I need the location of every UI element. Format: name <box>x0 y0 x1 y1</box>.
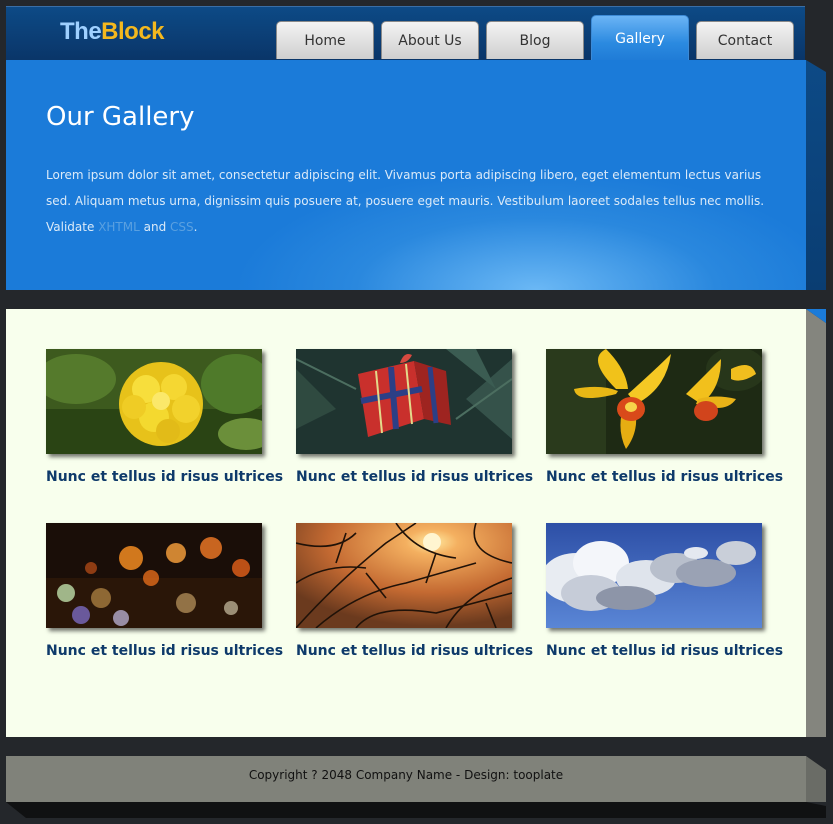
gallery-caption[interactable]: Nunc et tellus id risus ultrices <box>46 469 283 485</box>
yellow-flower-image[interactable] <box>46 349 262 454</box>
nav-tab-blog[interactable]: Blog <box>486 21 584 59</box>
copyright-text: Copyright ? 2048 Company Name - Design: … <box>248 768 564 782</box>
page-title: Our Gallery <box>46 102 195 132</box>
validate-period: . <box>193 220 198 234</box>
gallery-item: Nunc et tellus id risus ultrices <box>296 349 533 485</box>
intro-side-bevel <box>806 60 826 290</box>
nav-tab-contact[interactable]: Contact <box>696 21 794 59</box>
intro-section: Our Gallery Lorem ipsum dolor sit amet, … <box>6 60 806 290</box>
gallery-side-bevel <box>806 309 826 737</box>
validate-css-link[interactable]: CSS <box>170 220 194 234</box>
sunset-branches-image[interactable] <box>296 523 512 628</box>
footer-bottom-bevel <box>6 802 826 818</box>
gallery-caption[interactable]: Nunc et tellus id risus ultrices <box>546 643 783 659</box>
intro-paragraph: Lorem ipsum dolor sit amet, consectetur … <box>46 162 766 240</box>
nav-tab-gallery[interactable]: Gallery <box>591 15 689 61</box>
site-header: TheBlock Home About Us Blog Gallery Cont… <box>6 6 805 61</box>
gallery-caption[interactable]: Nunc et tellus id risus ultrices <box>546 469 783 485</box>
footer-side-bevel <box>806 756 826 802</box>
orchid-image[interactable] <box>546 349 762 454</box>
gallery-caption[interactable]: Nunc et tellus id risus ultrices <box>296 643 533 659</box>
gallery-section: Nunc et tellus id risus ultrices Nunc et… <box>6 309 806 737</box>
validate-xhtml-link[interactable]: XHTML <box>98 220 140 234</box>
gallery-item: Nunc et tellus id risus ultrices <box>46 523 283 659</box>
site-footer: Copyright ? 2048 Company Name - Design: … <box>6 756 806 802</box>
logo-part-the: The <box>60 18 102 45</box>
site-logo[interactable]: TheBlock <box>60 18 165 46</box>
bokeh-lights-image[interactable] <box>46 523 262 628</box>
gallery-item: Nunc et tellus id risus ultrices <box>46 349 283 485</box>
gallery-caption[interactable]: Nunc et tellus id risus ultrices <box>296 469 533 485</box>
gallery-item: Nunc et tellus id risus ultrices <box>296 523 533 659</box>
gallery-item: Nunc et tellus id risus ultrices <box>546 523 783 659</box>
validate-and: and <box>143 220 167 234</box>
gift-box-image[interactable] <box>296 349 512 454</box>
nav-tab-about-us[interactable]: About Us <box>381 21 479 59</box>
validate-label: Validate <box>46 220 95 234</box>
nav-tab-home[interactable]: Home <box>276 21 374 59</box>
clouds-sky-image[interactable] <box>546 523 762 628</box>
logo-part-block: Block <box>101 18 165 45</box>
gallery-item: Nunc et tellus id risus ultrices <box>546 349 783 485</box>
gallery-caption[interactable]: Nunc et tellus id risus ultrices <box>46 643 283 659</box>
intro-text: Lorem ipsum dolor sit amet, consectetur … <box>46 168 765 208</box>
